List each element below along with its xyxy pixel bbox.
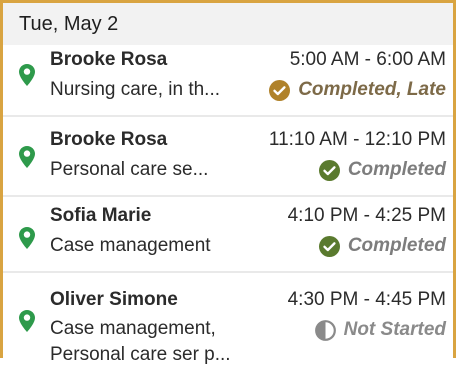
service-line: Case management, — [50, 318, 216, 339]
location-pin-icon — [18, 309, 36, 333]
visit-row[interactable]: Brooke Rosa 11:10 AM - 12:10 PM Personal… — [3, 117, 453, 197]
service-name: Nursing care, in th... — [50, 79, 221, 100]
schedule-panel: Tue, May 2 Brooke Rosa 5:00 AM - 6:00 AM… — [0, 0, 456, 365]
visit-status: Completed, Late — [269, 79, 446, 101]
visit-time: 4:10 PM - 4:25 PM — [287, 205, 446, 226]
day-header: Tue, May 2 — [3, 3, 453, 45]
client-name: Brooke Rosa — [50, 49, 168, 70]
visit-time: 4:30 PM - 4:45 PM — [287, 289, 446, 310]
visit-row[interactable]: Brooke Rosa 5:00 AM - 6:00 AM Nursing ca… — [3, 45, 453, 117]
visit-status: Completed — [318, 235, 446, 257]
visit-time: 5:00 AM - 6:00 AM — [289, 49, 446, 70]
location-pin-icon — [18, 226, 36, 250]
visit-status: Not Started — [314, 319, 446, 341]
service-name: Case management — [50, 235, 211, 256]
check-circle-icon — [269, 79, 291, 101]
day-label: Tue, May 2 — [19, 13, 119, 35]
client-name: Brooke Rosa — [50, 129, 168, 150]
service-line: Personal care ser p... — [50, 344, 231, 365]
status-label: Not Started — [343, 319, 446, 340]
visit-status: Completed — [318, 159, 446, 181]
status-label: Completed — [347, 235, 446, 256]
check-circle-icon — [318, 159, 340, 181]
client-name: Oliver Simone — [50, 289, 178, 310]
half-circle-icon — [314, 319, 336, 341]
status-label: Completed — [347, 159, 446, 180]
service-name: Case management, Personal care ser p... — [50, 316, 231, 368]
service-name: Personal care se... — [50, 159, 209, 180]
visit-row[interactable]: Oliver Simone 4:30 PM - 4:45 PM Case man… — [3, 273, 453, 365]
check-circle-icon — [318, 235, 340, 257]
visit-time: 11:10 AM - 12:10 PM — [268, 129, 446, 150]
location-pin-icon — [18, 63, 36, 87]
visit-row[interactable]: Sofia Marie 4:10 PM - 4:25 PM Case manag… — [3, 197, 453, 273]
location-pin-icon — [18, 145, 36, 169]
status-label: Completed, Late — [298, 79, 446, 100]
client-name: Sofia Marie — [50, 205, 152, 226]
